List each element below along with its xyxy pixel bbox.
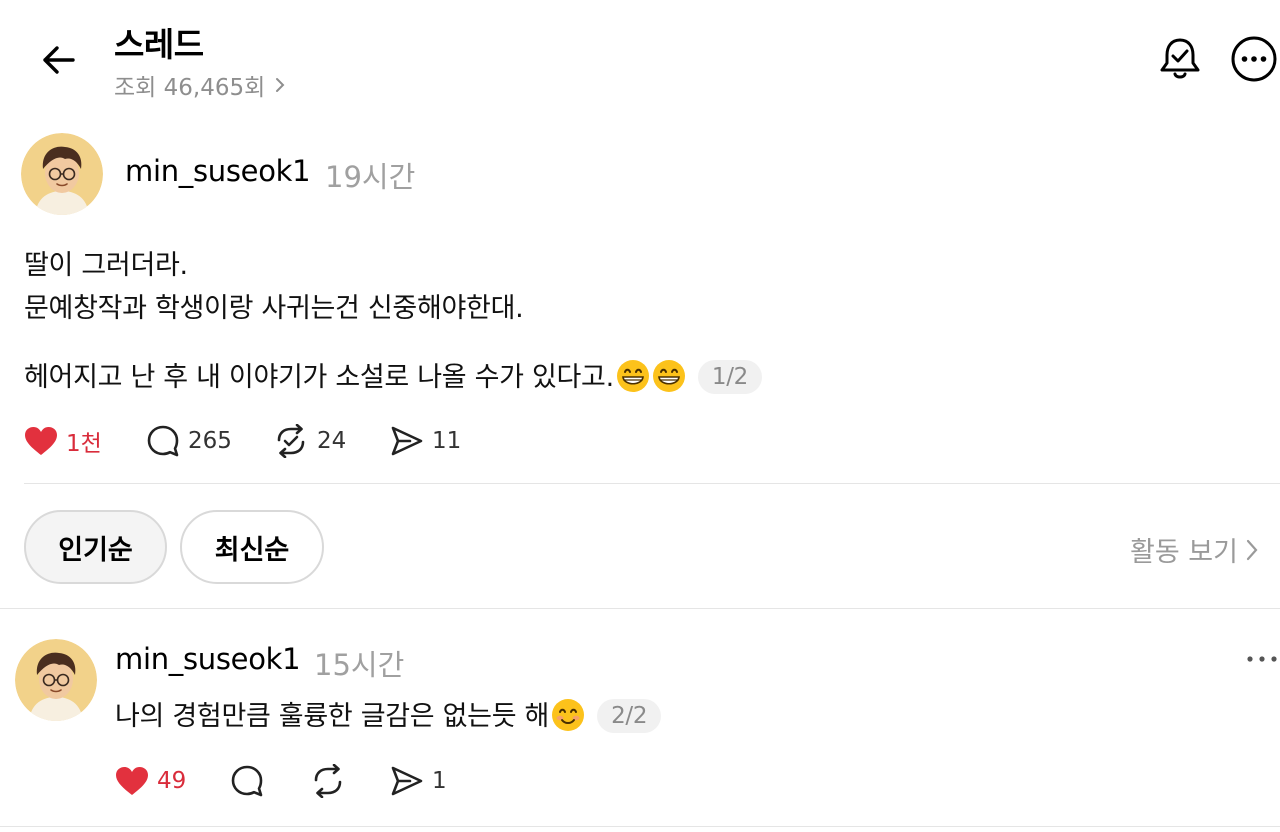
- comment-text: 나의 경험만큼 훌륭한 글감은 없는듯 해: [115, 701, 550, 732]
- divider: [0, 826, 1280, 827]
- more-options-button[interactable]: [1230, 35, 1278, 83]
- heart-icon: [25, 427, 57, 455]
- repost-icon: [314, 764, 342, 798]
- back-arrow-icon: [43, 46, 75, 74]
- view-activity-link[interactable]: 활동 보기: [1130, 530, 1258, 569]
- divider: [0, 608, 1280, 609]
- like-count: 1천: [66, 431, 102, 457]
- back-button[interactable]: [36, 38, 80, 82]
- view-count-link[interactable]: 조회 46,465회: [114, 68, 285, 102]
- comment-like-count: 49: [157, 768, 187, 794]
- heart-icon: [116, 767, 148, 795]
- repost-count: 24: [317, 428, 347, 454]
- post-actions: 1천 265 24 11: [24, 424, 461, 458]
- reply-button[interactable]: 265: [146, 424, 273, 458]
- post-username[interactable]: min_suseok1: [125, 154, 311, 188]
- page-indicator: 1/2: [697, 360, 763, 394]
- comment-avatar[interactable]: [15, 639, 97, 721]
- comment-share-button[interactable]: 1: [390, 765, 447, 797]
- comment-timestamp: 15시간: [314, 648, 405, 682]
- share-icon: [391, 426, 423, 456]
- bell-check-icon: [1160, 38, 1200, 79]
- header: 스레드 조회 46,465회: [0, 0, 1280, 110]
- thread-page: 스레드 조회 46,465회 min_suseok1 19시간 딸이 그러더라.…: [0, 0, 1280, 832]
- avatar[interactable]: [21, 133, 103, 215]
- comment-like-button[interactable]: 49: [115, 766, 230, 796]
- chevron-right-icon: [1246, 539, 1258, 560]
- divider: [24, 483, 1280, 484]
- share-icon: [391, 766, 423, 796]
- post-text-line-3-row: 헤어지고 난 후 내 이야기가 소설로 나올 수가 있다고. 1/2: [24, 355, 763, 394]
- share-count: 11: [432, 428, 462, 454]
- comment-actions: 49 1: [115, 764, 447, 798]
- comment-more-button[interactable]: [1244, 644, 1280, 674]
- grin-emoji-icon: [652, 360, 685, 392]
- repost-button[interactable]: 24: [273, 424, 390, 458]
- more-dots-icon: [1247, 656, 1277, 662]
- share-button[interactable]: 11: [390, 425, 461, 457]
- smile-emoji-icon: [552, 699, 585, 731]
- post-text-line-2: 문예창작과 학생이랑 사귀는건 신중해야한대.: [24, 293, 524, 324]
- comment-icon: [231, 765, 263, 797]
- view-count: 조회 46,465회: [114, 75, 266, 101]
- sort-popular-tab[interactable]: 인기순: [24, 510, 167, 584]
- comment-repost-button[interactable]: [310, 764, 390, 798]
- comment-icon: [147, 425, 179, 457]
- page-indicator: 2/2: [597, 699, 662, 733]
- post-text-line-1: 딸이 그러더라.: [24, 250, 188, 281]
- comment-text-row: 나의 경험만큼 훌륭한 글감은 없는듯 해 2/2: [115, 694, 662, 733]
- grin-emoji-icon: [616, 360, 649, 392]
- repost-icon: [277, 424, 305, 458]
- reply-count: 265: [188, 428, 232, 454]
- post-text-line-3: 헤어지고 난 후 내 이야기가 소설로 나올 수가 있다고.: [24, 362, 614, 393]
- comment-share-count: 1: [432, 768, 447, 794]
- page-title: 스레드: [114, 25, 204, 64]
- comment-username[interactable]: min_suseok1: [115, 642, 301, 676]
- more-circle-icon: [1231, 36, 1277, 82]
- comment-reply-button[interactable]: [230, 764, 310, 798]
- view-activity-label: 활동 보기: [1130, 537, 1238, 568]
- post-timestamp: 19시간: [325, 160, 416, 194]
- chevron-right-icon: [276, 78, 285, 92]
- notification-button[interactable]: [1156, 34, 1204, 82]
- sort-latest-tab[interactable]: 최신순: [180, 510, 324, 584]
- like-button[interactable]: 1천: [24, 424, 146, 458]
